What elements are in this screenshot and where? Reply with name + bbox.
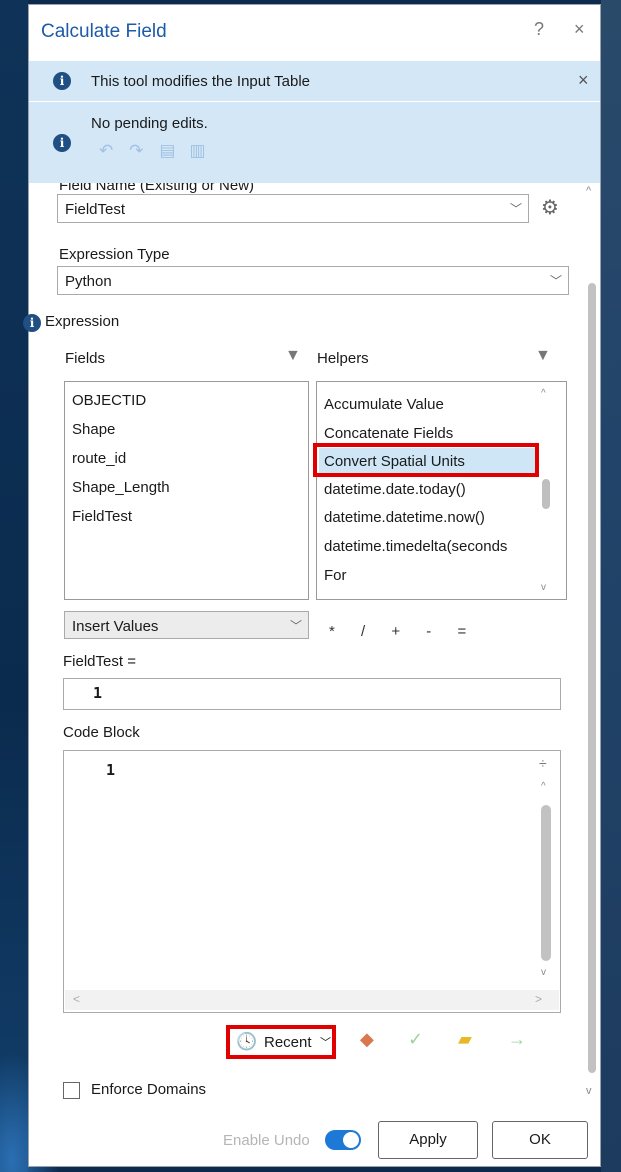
enforce-domains-label: Enforce Domains: [91, 1081, 207, 1098]
expression-type-value: Python: [65, 273, 112, 290]
scrollbar-thumb[interactable]: [542, 479, 550, 509]
helper-item[interactable]: Accumulate Value: [324, 396, 444, 413]
info-banner: i This tool modifies the Input Table × i…: [29, 61, 600, 183]
fields-list: OBJECTID Shape route_id Shape_Length Fie…: [64, 381, 309, 600]
field-item[interactable]: FieldTest: [72, 508, 132, 525]
ok-button[interactable]: OK: [492, 1121, 588, 1159]
add-operator[interactable]: +: [391, 623, 400, 640]
subtract-operator[interactable]: -: [426, 623, 431, 640]
close-dialog-button[interactable]: ×: [574, 19, 585, 40]
dialog-titlebar: Calculate Field ? ×: [29, 5, 600, 61]
helper-item[interactable]: datetime.date.today(): [324, 481, 466, 498]
scrollbar-thumb[interactable]: [588, 283, 596, 1073]
expression-editor[interactable]: 1: [63, 678, 561, 710]
chevron-down-icon: ﹀: [509, 202, 522, 216]
filter-icon[interactable]: ▼: [535, 347, 551, 365]
dialog-title: Calculate Field: [41, 21, 167, 42]
scroll-left-arrow[interactable]: <: [73, 992, 80, 1006]
save-edits-icon[interactable]: ▤: [159, 141, 181, 161]
scrollbar-thumb[interactable]: [541, 805, 551, 961]
operator-buttons: * / + - =: [329, 623, 488, 640]
chevron-down-icon: ﹀: [549, 274, 562, 288]
gear-icon[interactable]: ⚙: [541, 195, 559, 220]
multiply-operator[interactable]: *: [329, 623, 335, 640]
clock-icon: 🕓: [236, 1032, 258, 1051]
scroll-up-arrow[interactable]: ^: [541, 781, 546, 792]
info-icon: i: [53, 72, 71, 90]
field-item[interactable]: OBJECTID: [72, 392, 146, 409]
equals-operator[interactable]: =: [457, 623, 466, 640]
highlight-convert-spatial-units: [313, 443, 539, 477]
discard-edits-icon[interactable]: ▥: [190, 141, 212, 161]
pending-edits-message: No pending edits.: [91, 115, 208, 132]
helpers-label: Helpers: [317, 350, 369, 367]
help-button[interactable]: ?: [534, 19, 544, 40]
expression-type-combo[interactable]: Python ﹀: [57, 266, 569, 295]
modifies-input-banner: i This tool modifies the Input Table ×: [29, 61, 600, 102]
scroll-up-arrow[interactable]: ^: [586, 185, 591, 197]
helpers-list: Accumulate Value Concatenate Fields Conv…: [316, 381, 567, 600]
insert-values-label: Insert Values: [72, 618, 159, 635]
recent-button[interactable]: 🕓 Recent ﹀: [226, 1025, 336, 1059]
close-banner-button[interactable]: ×: [578, 70, 589, 91]
expression-type-label: Expression Type: [59, 246, 170, 263]
modifies-input-message: This tool modifies the Input Table: [91, 73, 311, 90]
map-background-left: [0, 0, 28, 1172]
undo-icon[interactable]: ↶: [99, 141, 121, 161]
dialog-footer: Enable Undo Apply OK: [29, 1106, 600, 1166]
line-number: 1: [93, 684, 103, 702]
helper-item[interactable]: datetime.timedelta(seconds: [324, 538, 507, 555]
edit-tools: ↶ ↷ ▤ ▥: [99, 141, 216, 161]
info-icon[interactable]: i: [23, 314, 41, 332]
expression-label: Expression: [45, 313, 120, 330]
fields-label: Fields: [65, 350, 106, 367]
code-block-editor[interactable]: 1 ÷ ^ v < >: [63, 750, 561, 1013]
folder-icon[interactable]: ▰: [458, 1029, 472, 1050]
arrow-right-icon[interactable]: →: [508, 1029, 526, 1050]
line-number: 1: [106, 761, 116, 779]
chevron-down-icon: ﹀: [289, 619, 302, 633]
calculate-field-dialog: Calculate Field ? × i This tool modifies…: [23, 4, 601, 1167]
divide-operator[interactable]: /: [361, 623, 365, 640]
scroll-right-arrow[interactable]: >: [535, 992, 542, 1006]
scroll-down-arrow[interactable]: v: [541, 967, 546, 978]
toggle-knob: [343, 1132, 359, 1148]
code-block-scrollbar[interactable]: ÷ ^ v: [536, 755, 556, 989]
enforce-domains-checkbox[interactable]: [63, 1082, 80, 1099]
expression-target-label: FieldTest =: [63, 653, 136, 670]
recent-label: Recent: [264, 1034, 312, 1051]
filter-icon[interactable]: ▼: [285, 347, 301, 365]
apply-button[interactable]: Apply: [378, 1121, 478, 1159]
scroll-down-arrow[interactable]: v: [541, 582, 546, 593]
helper-item[interactable]: Concatenate Fields: [324, 425, 453, 442]
code-block-hscrollbar[interactable]: < >: [65, 990, 559, 1010]
redo-icon[interactable]: ↷: [129, 141, 151, 161]
field-name-combo[interactable]: FieldTest ﹀: [57, 194, 529, 223]
helpers-scrollbar[interactable]: ^ v: [539, 382, 553, 599]
code-block-label: Code Block: [63, 724, 140, 741]
map-background-right: [601, 0, 621, 1172]
scroll-up-arrow[interactable]: ^: [541, 388, 546, 399]
field-item[interactable]: route_id: [72, 450, 126, 467]
checkmark-icon[interactable]: ✓: [408, 1029, 423, 1050]
eraser-icon[interactable]: ◆: [360, 1029, 374, 1050]
scroll-down-arrow[interactable]: v: [586, 1085, 592, 1097]
helper-item[interactable]: datetime.datetime.now(): [324, 509, 485, 526]
dialog-scrollbar[interactable]: ^ v: [585, 183, 599, 1103]
field-name-value: FieldTest: [65, 201, 126, 218]
info-icon: i: [53, 134, 71, 152]
enable-undo-toggle[interactable]: [325, 1130, 361, 1150]
insert-values-combo[interactable]: Insert Values ﹀: [64, 611, 309, 639]
field-item[interactable]: Shape: [72, 421, 115, 438]
helper-item[interactable]: For: [324, 567, 347, 584]
field-item[interactable]: Shape_Length: [72, 479, 170, 496]
chevron-down-icon: ﹀: [320, 1037, 331, 1049]
split-handle-icon[interactable]: ÷: [539, 755, 547, 771]
enable-undo-label: Enable Undo: [223, 1132, 310, 1149]
